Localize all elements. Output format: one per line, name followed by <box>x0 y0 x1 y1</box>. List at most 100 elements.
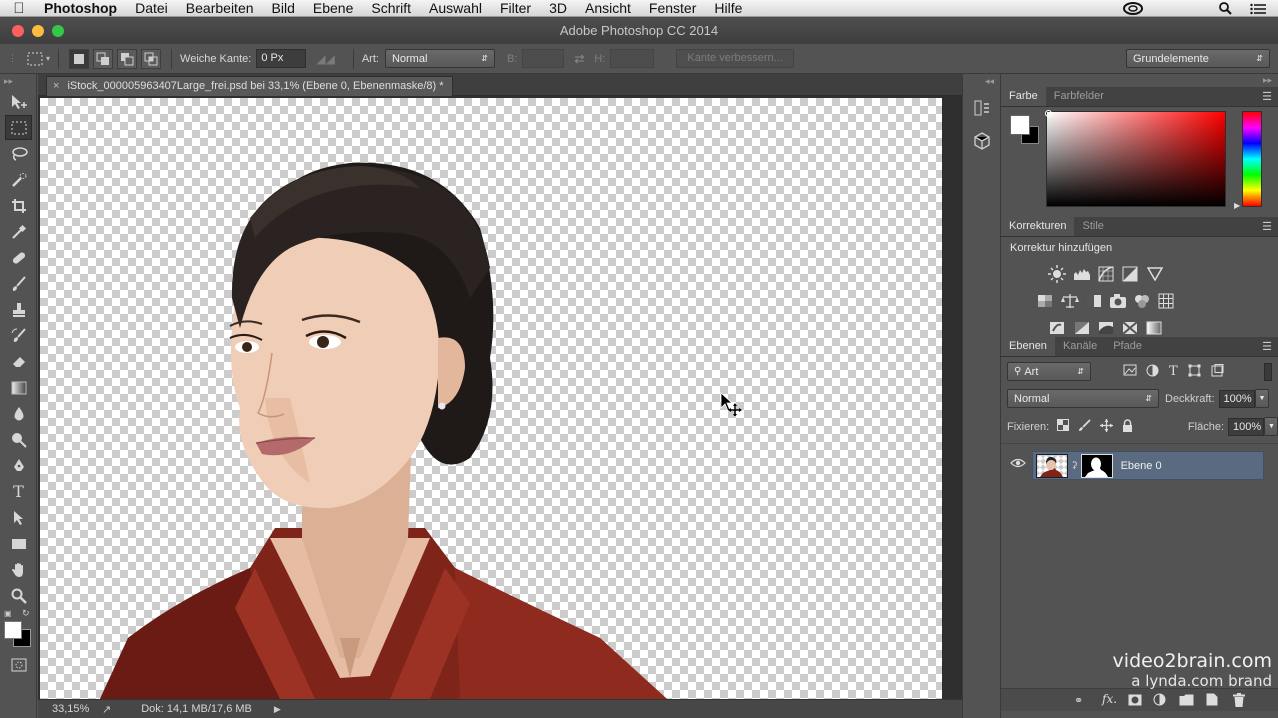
apple-menu-icon[interactable]:  <box>0 0 38 17</box>
layer-filter-select[interactable]: ⚲ Art ⇵ <box>1007 362 1091 381</box>
layer-mask-thumbnail[interactable] <box>1080 453 1113 478</box>
menu-datei[interactable]: Datei <box>126 0 177 16</box>
menu-3d[interactable]: 3D <box>540 0 576 16</box>
intersect-selection-button[interactable] <box>141 48 162 69</box>
3d-panel-icon[interactable] <box>968 127 995 154</box>
layer-name[interactable]: Ebene 0 <box>1121 460 1162 472</box>
menu-filter[interactable]: Filter <box>491 0 540 16</box>
pen-tool-icon[interactable] <box>5 453 32 478</box>
link-layers-icon[interactable]: ⚭ <box>1074 694 1083 707</box>
new-group-folder-icon[interactable] <box>1179 694 1194 709</box>
posterize-icon[interactable] <box>1072 318 1091 337</box>
lasso-tool-icon[interactable] <box>5 141 32 166</box>
brush-tool-icon[interactable] <box>5 271 32 296</box>
creative-cloud-icon[interactable] <box>1123 2 1143 15</box>
zoom-tool-icon[interactable] <box>5 583 32 608</box>
add-mask-icon[interactable] <box>1128 694 1142 709</box>
layers-panel-menu-icon[interactable]: ☰ <box>1262 340 1272 353</box>
tab-ebenen[interactable]: Ebenen <box>1001 337 1055 356</box>
lock-position-icon[interactable] <box>1100 418 1114 435</box>
eyedropper-tool-icon[interactable] <box>5 219 32 244</box>
quick-selection-tool-icon[interactable] <box>5 167 32 192</box>
quick-mask-icon[interactable] <box>5 652 32 677</box>
menu-app-photoshop[interactable]: Photoshop <box>38 0 126 16</box>
new-adjustment-layer-icon[interactable] <box>1153 693 1166 709</box>
new-layer-icon[interactable] <box>1206 693 1218 709</box>
vibrance-icon[interactable] <box>1145 264 1164 283</box>
lock-transparent-icon[interactable] <box>1057 419 1070 434</box>
hue-slider-handle-icon[interactable]: ▶ <box>1234 201 1240 210</box>
filter-type-icon[interactable]: T <box>1169 364 1178 379</box>
tab-korrekturen[interactable]: Korrekturen <box>1001 217 1075 236</box>
export-icon[interactable]: ↗ <box>102 703 111 716</box>
filter-adjustment-icon[interactable] <box>1146 364 1159 380</box>
color-panel-menu-icon[interactable]: ☰ <box>1262 90 1272 103</box>
tab-farbfelder[interactable]: Farbfelder <box>1046 87 1112 106</box>
brightness-contrast-icon[interactable] <box>1047 264 1066 283</box>
blur-tool-icon[interactable] <box>5 401 32 426</box>
fill-dropdown-icon[interactable]: ▼ <box>1264 417 1278 436</box>
new-selection-button[interactable] <box>69 48 90 69</box>
menu-ebene[interactable]: Ebene <box>304 0 362 16</box>
tab-farbe[interactable]: Farbe <box>1001 87 1046 106</box>
minimize-window-button[interactable] <box>32 25 44 37</box>
layer-thumbnail[interactable] <box>1036 453 1068 478</box>
menu-auswahl[interactable]: Auswahl <box>420 0 491 16</box>
layer-visibility-eye-icon[interactable] <box>1010 458 1026 471</box>
filter-pixel-icon[interactable] <box>1123 364 1137 379</box>
swap-dimensions-icon[interactable]: ⇄ <box>574 52 584 66</box>
delete-layer-trash-icon[interactable] <box>1233 693 1245 710</box>
hand-tool-icon[interactable] <box>5 557 32 582</box>
black-white-icon[interactable] <box>1084 291 1103 310</box>
anti-alias-icon[interactable]: ◢◢ <box>316 52 334 66</box>
menu-fenster[interactable]: Fenster <box>640 0 705 16</box>
color-lookup-icon[interactable] <box>1156 291 1175 310</box>
path-selection-tool-icon[interactable] <box>5 505 32 530</box>
dodge-tool-icon[interactable] <box>5 427 32 452</box>
threshold-icon[interactable] <box>1096 318 1115 337</box>
zoom-window-button[interactable] <box>52 25 64 37</box>
filter-smart-object-icon[interactable] <box>1211 363 1224 380</box>
gradient-map-icon[interactable] <box>1144 318 1163 337</box>
right-dock-collapse-icon[interactable]: ▸▸ <box>1001 74 1278 87</box>
menu-ansicht[interactable]: Ansicht <box>576 0 640 16</box>
tab-pfade[interactable]: Pfade <box>1105 337 1150 356</box>
move-tool-icon[interactable] <box>5 89 32 114</box>
eraser-tool-icon[interactable] <box>5 349 32 374</box>
default-colors-icon[interactable]: ▣ <box>4 609 12 618</box>
refine-edge-button[interactable]: Kante verbessern... <box>676 49 794 68</box>
foreground-color-swatch[interactable] <box>4 621 22 639</box>
color-balance-icon[interactable] <box>1060 291 1079 310</box>
layer-mask-link-icon[interactable]: ⚳ <box>1071 460 1078 471</box>
style-select[interactable]: Normal ⇵ <box>384 49 495 68</box>
levels-icon[interactable] <box>1072 264 1091 283</box>
selective-color-icon[interactable] <box>1120 318 1139 337</box>
hue-saturation-icon[interactable] <box>1035 291 1054 310</box>
hue-slider[interactable] <box>1242 111 1262 207</box>
opacity-input[interactable]: 100% <box>1218 389 1255 408</box>
dock-collapse-icon[interactable]: ◂◂ <box>963 74 1000 88</box>
filter-toggle-switch[interactable] <box>1264 362 1272 381</box>
menu-bearbeiten[interactable]: Bearbeiten <box>177 0 263 16</box>
close-window-button[interactable] <box>12 25 24 37</box>
width-input[interactable] <box>522 49 565 68</box>
history-panel-icon[interactable] <box>968 94 995 121</box>
clone-stamp-tool-icon[interactable] <box>5 297 32 322</box>
curves-icon[interactable] <box>1096 264 1115 283</box>
invert-icon[interactable] <box>1047 318 1066 337</box>
layer-row-ebene-0[interactable]: ⚳ Ebene 0 <box>1032 451 1264 480</box>
tab-stile[interactable]: Stile <box>1074 217 1111 236</box>
tools-collapse-icon[interactable]: ▸▸ <box>0 74 36 88</box>
fill-input[interactable]: 100% <box>1228 417 1264 436</box>
exposure-icon[interactable] <box>1120 264 1139 283</box>
adjustments-panel-menu-icon[interactable]: ☰ <box>1262 220 1272 233</box>
photo-filter-icon[interactable] <box>1108 291 1127 310</box>
color-spectrum-field[interactable] <box>1046 111 1226 207</box>
swap-colors-icon[interactable]: ↻ <box>22 608 30 619</box>
rectangular-marquee-tool-icon[interactable] <box>5 115 32 140</box>
lock-pixels-icon[interactable] <box>1078 418 1091 435</box>
opacity-dropdown-icon[interactable]: ▼ <box>1254 389 1269 408</box>
menu-schrift[interactable]: Schrift <box>362 0 420 16</box>
feather-input[interactable]: 0 Px <box>256 49 307 68</box>
zoom-level[interactable]: 33,15% <box>52 703 92 715</box>
